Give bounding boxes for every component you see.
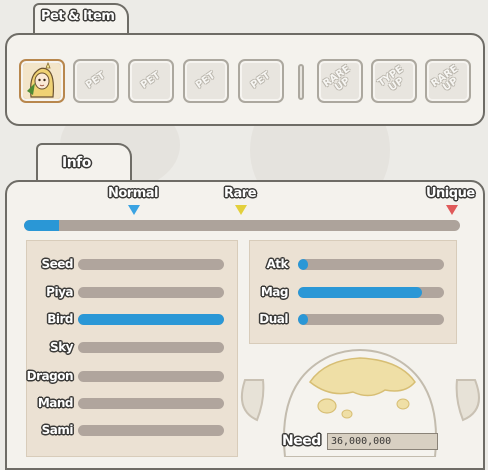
attribute-bar-fill [298,259,309,270]
type-name: Bird [47,312,73,326]
attribute-row-dual: Dual [240,311,450,327]
type-row-bird: Bird [25,311,230,327]
rarity-marker-rare-icon [235,205,247,215]
type-name: Sky [50,340,73,354]
rarity-progress-bar [24,220,460,231]
pet-slot-label: PET [138,70,163,92]
rarity-label-unique: Unique [426,186,475,201]
attribute-name: Atk [266,257,288,271]
type-bar-fill [78,314,224,325]
need-value: 36,000,000 [327,433,438,450]
rarity-label-normal: Normal [108,186,159,201]
attribute-row-mag: Mag [240,284,450,300]
pet-slot-label: PET [193,70,218,92]
need-label: Need [282,433,321,449]
rarity-marker-unique-icon [446,205,458,215]
slot-divider [298,64,304,100]
pet-slot-3[interactable]: PET [183,59,229,103]
type-row-sami: Sami [25,422,230,438]
attribute-name: Mag [260,285,289,299]
type-name: Mand [37,396,74,410]
type-bar [78,371,224,382]
pet-item-tab-label: Pet & Item [41,9,115,24]
attribute-bar [298,259,444,270]
upgrade-slot-label: TYPE UP [376,63,407,94]
type-row-sky: Sky [25,339,230,355]
rare-up-slot-2[interactable]: RARE UP [425,59,471,103]
attribute-bar-fill [298,287,423,298]
type-row-piya: Piya [25,284,230,300]
type-up-slot[interactable]: TYPE UP [371,59,417,103]
attribute-row-atk: Atk [240,256,450,272]
type-bar [78,314,224,325]
type-bar [78,425,224,436]
pet-slot-1[interactable]: PET [73,59,119,103]
rare-up-slot-1[interactable]: RARE UP [317,59,363,103]
type-name: Piya [46,285,73,299]
upgrade-slot-label: RARE UP [321,63,353,94]
rarity-label-rare: Rare [224,186,257,201]
pet-item-tab[interactable]: Pet & Item [33,3,129,37]
type-row-dragon: Dragon [25,368,230,384]
attribute-bar [298,287,444,298]
attribute-bar-fill [298,314,309,325]
type-bar [78,287,224,298]
pet-slot-2[interactable]: PET [128,59,174,103]
type-name: Dragon [26,369,74,383]
type-bar [78,342,224,353]
type-bar [78,259,224,270]
rarity-progress-fill [24,220,59,231]
rarity-marker-normal-icon [128,205,140,215]
type-name: Seed [41,257,73,271]
attribute-name: Dual [259,312,288,326]
pet-avatar-icon [23,61,61,99]
pet-slot-label: PET [248,70,273,92]
type-name: Sami [41,423,74,437]
attribute-bar [298,314,444,325]
pet-slot-4[interactable]: PET [238,59,284,103]
upgrade-slot-label: RARE UP [429,63,461,94]
type-bar [78,398,224,409]
pet-slot-equipped[interactable] [19,59,65,103]
info-tab[interactable]: Info [36,143,132,185]
type-row-mand: Mand [25,395,230,411]
info-tab-label: Info [62,155,91,171]
pet-slot-label: PET [83,70,108,92]
type-row-seed: Seed [25,256,230,272]
